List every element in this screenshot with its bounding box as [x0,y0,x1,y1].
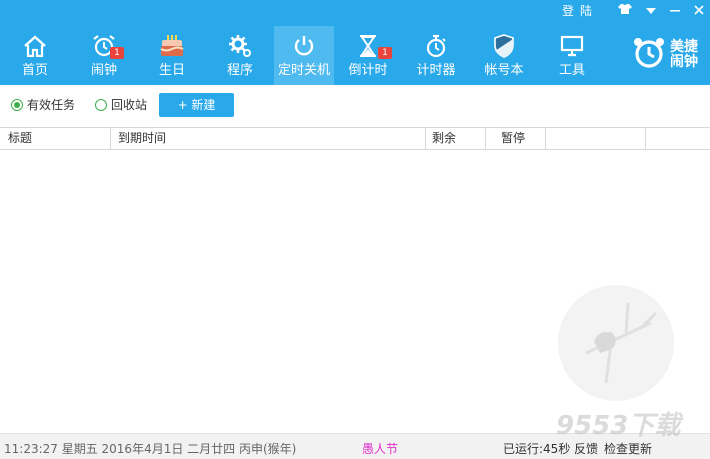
nav-tools[interactable]: 工具 [538,26,606,85]
radio-unselected-icon [95,98,107,111]
countdown-count-badge: 1 [378,47,392,59]
menu-icon[interactable] [646,2,656,20]
nav-home[interactable]: 首页 [0,26,70,85]
nav-label: 工具 [558,63,585,78]
site-watermark: 9553下载 [556,411,681,441]
column-paused[interactable]: 暂停 [501,128,525,149]
datetime-text: 11:23:27 星期五 2016年4月1日 二月廿四 丙申(猴年) [4,442,297,456]
close-icon[interactable] [694,2,704,20]
column-remaining[interactable]: 剩余 [432,128,456,149]
nav-label: 帐号本 [484,63,524,78]
nav-account-book[interactable]: 帐号本 [470,26,538,85]
check-update-link[interactable]: 检查更新 [604,440,652,457]
alarm-logo-icon [632,36,666,73]
window-controls: 登陆 [562,2,704,20]
nav-birthday[interactable]: 生日 [138,26,206,85]
nav-label: 程序 [226,63,253,78]
cake-icon [157,34,187,58]
filter-row: 有效任务 回收站 + 新建 [0,85,710,125]
nav-label: 首页 [21,63,48,78]
skin-icon[interactable] [618,2,632,20]
main-nav: 首页 1 闹钟 生日 程序 定时关机 1 倒计时 计时器 帐号本 工具 [0,26,606,85]
radio-label: 回收站 [111,98,148,112]
new-task-button[interactable]: + 新建 [159,93,234,117]
top-toolbar: 登陆 首页 1 闹钟 生日 程序 定时关机 1 倒计时 计时器 帐号本 工具 美… [0,0,710,85]
nav-program[interactable]: 程序 [206,26,274,85]
column-due-time[interactable]: 到期时间 [118,128,166,149]
nav-label: 倒计时 [348,63,388,78]
column-divider[interactable] [425,128,426,149]
nav-label: 定时关机 [277,63,330,78]
login-link[interactable]: 登陆 [562,2,598,20]
power-icon [289,34,319,58]
nav-stopwatch[interactable]: 计时器 [402,26,470,85]
stopwatch-icon [421,34,451,58]
running-time-text: 已运行:45秒 [503,442,571,456]
alarm-count-badge: 1 [110,47,124,59]
column-divider[interactable] [545,128,546,149]
nav-shutdown-timer[interactable]: 定时关机 [274,26,334,85]
radio-selected-icon [11,98,23,111]
radio-recycle-bin[interactable]: 回收站 [95,96,147,113]
monitor-icon [557,34,587,58]
column-divider[interactable] [645,128,646,149]
nav-label: 生日 [158,63,185,78]
column-title[interactable]: 标题 [8,128,32,149]
nav-label: 计时器 [416,63,456,78]
feedback-link[interactable]: 反馈 [574,440,598,457]
minimize-icon[interactable] [670,2,680,20]
task-table-header: 标题 到期时间 剩余 暂停 [0,127,710,150]
nav-label: 闹钟 [90,63,117,78]
home-icon [20,34,50,58]
radio-active-tasks[interactable]: 有效任务 [11,96,75,113]
radio-label: 有效任务 [27,98,76,112]
holiday-text: 愚人节 [362,442,399,456]
nav-countdown[interactable]: 1 倒计时 [334,26,402,85]
gear-icon [225,34,255,58]
column-divider[interactable] [485,128,486,149]
nav-alarm[interactable]: 1 闹钟 [70,26,138,85]
column-divider[interactable] [110,128,111,149]
brand-name: 美捷闹钟 [670,38,698,70]
shield-icon [489,34,519,58]
bird-watermark-icon [558,285,674,401]
brand-logo: 美捷闹钟 [632,36,702,73]
